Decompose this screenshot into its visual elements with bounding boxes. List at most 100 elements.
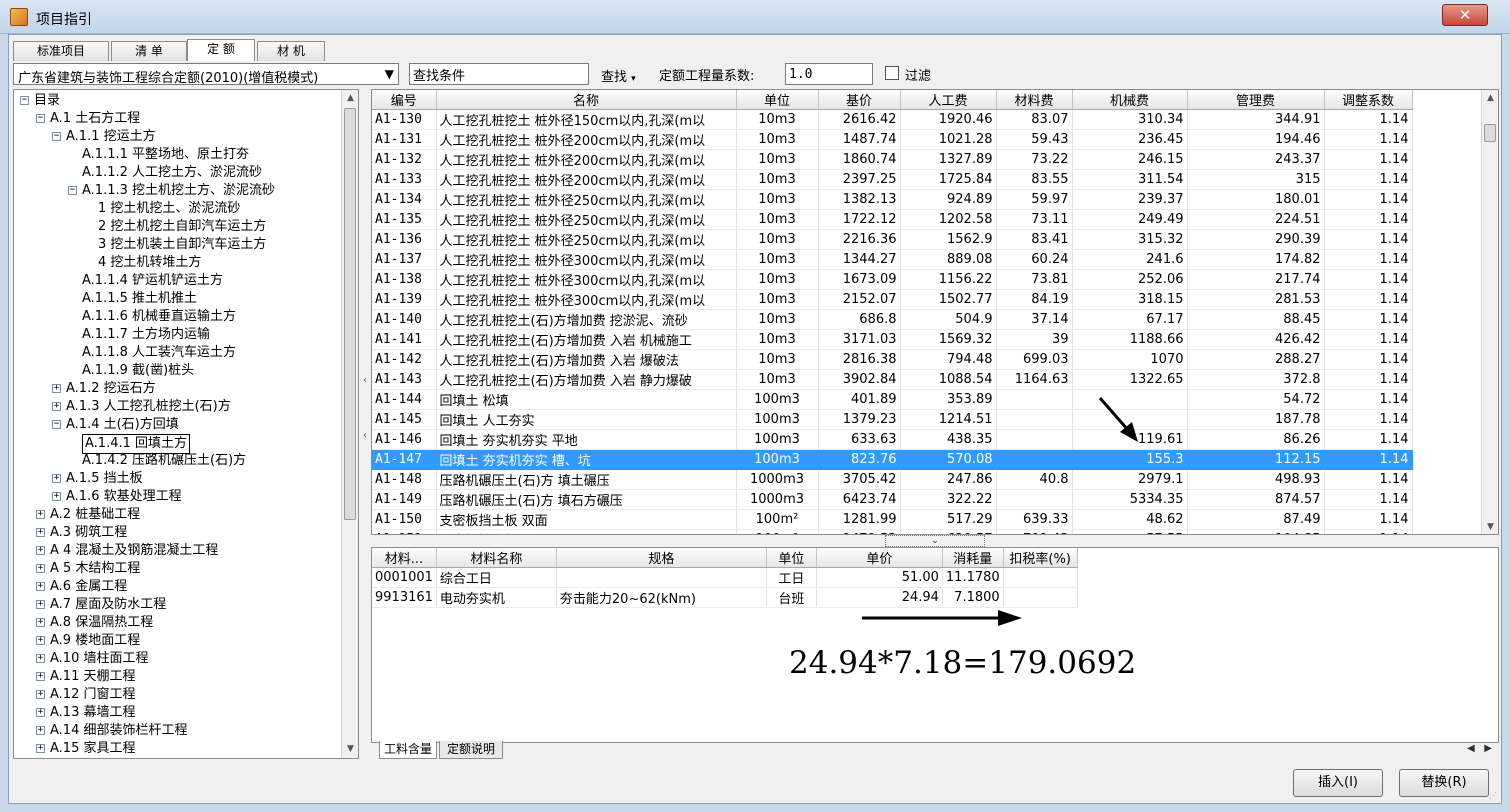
expand-icon[interactable]: + [52,402,61,411]
table-cell: 401.89 [818,389,901,410]
expand-icon[interactable]: + [36,546,45,555]
panel-splitter[interactable]: ⌄ [885,535,985,547]
table-row[interactable]: A1-148 压路机碾压土(石)方 填土碾压 1000m3 3705.42 247.86… [372,469,1413,490]
scroll-down-icon[interactable]: ▼ [1482,519,1498,534]
table-row[interactable]: A1-133 人工挖孔桩挖土 桩外径200cm以内,孔深(m以 10m3 2397.2… [372,169,1413,190]
table-row[interactable]: A1-147 回填土 夯实机夯实 槽、坑 100m3 823.76 570.08 155.… [372,449,1413,470]
tree-scroll-thumb[interactable] [344,108,356,520]
expand-icon[interactable]: + [36,564,45,573]
column-header[interactable]: 基价 [818,90,901,110]
expand-icon[interactable]: + [52,384,61,393]
table-row[interactable]: A1-138 人工挖孔桩挖土 桩外径300cm以内,孔深(m以 10m3 1673.0… [372,269,1413,290]
collapse-icon[interactable]: − [68,186,77,195]
column-header[interactable]: 材料名称 [436,548,557,568]
table-row[interactable]: A1-135 人工挖孔桩挖土 桩外径250cm以内,孔深(m以 10m3 1722.1… [372,209,1413,230]
expand-icon[interactable]: + [36,582,45,591]
splitter-handle[interactable]: ‹ ‹ [361,375,369,475]
quota-library-select[interactable]: 广东省建筑与装饰工程综合定额(2010)(增值税模式) ▼ [13,63,399,86]
table-row[interactable]: A1-145 回填土 人工夯实 100m3 1379.23 1214.51 187.78 1… [372,409,1413,430]
expand-icon[interactable]: + [36,636,45,645]
table-cell: 686.8 [818,309,901,330]
table-row[interactable]: A1-137 人工挖孔桩挖土 桩外径300cm以内,孔深(m以 10m3 1344.2… [372,249,1413,270]
insert-button[interactable]: 插入(I) [1293,769,1383,797]
replace-button[interactable]: 替换(R) [1399,769,1489,797]
table-row[interactable]: A1-139 人工挖孔桩挖土 桩外径300cm以内,孔深(m以 10m3 2152.0… [372,289,1413,310]
table-row[interactable]: A1-146 回填土 夯实机夯实 平地 100m3 633.63 438.35 119.6… [372,429,1413,450]
filter-checkbox[interactable] [885,66,899,80]
expand-icon[interactable]: + [52,492,61,501]
resize-grip-icon[interactable]: ⋰ [1489,791,1499,801]
search-input[interactable] [409,63,589,85]
expand-icon[interactable]: + [52,474,61,483]
table-row[interactable]: A1-136 人工挖孔桩挖土 桩外径250cm以内,孔深(m以 10m3 2216.3… [372,229,1413,250]
collapse-icon[interactable]: − [36,114,45,123]
column-header[interactable]: 调整系数 [1324,90,1413,110]
collapse-icon[interactable]: − [52,132,61,141]
tab-quota[interactable]: 定 额 [187,39,255,61]
tab-nav-arrows[interactable]: ◀ ▶ [1467,743,1492,754]
table-cell: 2616.42 [818,109,901,130]
column-header[interactable]: 名称 [436,90,737,110]
scroll-up-icon[interactable]: ▲ [1482,90,1498,107]
collapse-icon[interactable]: − [52,420,61,429]
table-row[interactable]: A1-131 人工挖孔桩挖土 桩外径200cm以内,孔深(m以 10m3 1487.7… [372,129,1413,150]
expand-icon[interactable]: + [36,654,45,663]
table-cell: A1-151 [372,529,437,534]
expand-icon[interactable]: + [36,726,45,735]
expand-icon[interactable]: + [36,528,45,537]
tab-materials[interactable]: 材 机 [257,41,325,61]
expand-icon[interactable]: + [36,708,45,717]
table-row[interactable]: A1-134 人工挖孔桩挖土 桩外径250cm以内,孔深(m以 10m3 1382.1… [372,189,1413,210]
grid-scrollbar[interactable]: ▲ ▼ [1481,90,1498,534]
table-cell: 155.3 [1072,449,1188,470]
table-row[interactable]: A1-141 人工挖孔桩挖土(石)方增加费 入岩 机械施工 10m3 3171.03 1… [372,329,1413,350]
tab-bill[interactable]: 清 单 [111,41,187,61]
grid-scroll-thumb[interactable] [1484,124,1496,142]
scroll-up-icon[interactable]: ▲ [342,90,358,107]
tab-labor-material[interactable]: 工料含量 [379,741,437,759]
tree-item-label: A.10 墙柱面工程 [50,651,149,666]
tree-item-label: A.15 家具工程 [50,741,136,756]
expand-icon[interactable]: + [36,618,45,627]
column-header[interactable]: 单位 [736,90,819,110]
column-header[interactable]: 规格 [556,548,767,568]
expand-icon[interactable]: + [36,744,45,753]
table-row[interactable]: A1-130 人工挖孔桩挖土 桩外径150cm以内,孔深(m以 10m3 2616.4… [372,109,1413,130]
expand-icon[interactable]: + [36,510,45,519]
table-row[interactable]: A1-150 支密板挡土板 双面 100m² 1281.99 517.29 639.33 4… [372,509,1413,530]
tree-item-label: A.1.1.8 人工装汽车运土方 [82,345,237,360]
tab-quota-notes[interactable]: 定额说明 [439,741,503,759]
close-button[interactable]: ✕ [1442,4,1488,26]
table-cell: 67.17 [1072,309,1188,330]
table-row[interactable]: A1-132 人工挖孔桩挖土 桩外径200cm以内,孔深(m以 10m3 1860.7… [372,149,1413,170]
column-header[interactable]: 扣税率(%) [1003,548,1078,568]
tree-scrollbar[interactable]: ▲ ▼ [341,90,358,758]
table-cell: 241.6 [1072,249,1188,270]
find-button[interactable]: 查找 ▾ [601,66,636,85]
tree-item-label: A.8 保温隔热工程 [50,615,154,630]
column-header[interactable]: 材料费 [996,90,1073,110]
table-row[interactable]: A1-144 回填土 松填 100m3 401.89 353.89 54.72 1.14 [372,389,1413,410]
scroll-down-icon[interactable]: ▼ [342,741,358,758]
column-header[interactable]: 编号 [372,90,437,110]
expand-icon[interactable]: + [36,600,45,609]
expand-icon[interactable]: + [36,672,45,681]
table-row[interactable]: A1-143 人工挖孔桩挖土(石)方增加费 入岩 静力爆破 10m3 3902.84 1… [372,369,1413,390]
column-header[interactable]: 人工费 [900,90,997,110]
table-row[interactable]: A1-142 人工挖孔桩挖土(石)方增加费 入岩 爆破法 10m3 2816.38 79… [372,349,1413,370]
table-row[interactable]: A1-140 人工挖孔桩挖土(石)方增加费 挖淤泥、流砂 10m3 686.8 504.… [372,309,1413,330]
tab-standard-items[interactable]: 标准项目 [13,41,109,61]
column-header[interactable]: 单位 [766,548,817,568]
column-header[interactable]: 管理费 [1187,90,1325,110]
table-row[interactable]: 9913161 电动夯实机 夯击能力20~62(kNm) 台班 24.94 7.1800 [372,587,1078,608]
column-header[interactable]: 消耗量 [942,548,1004,568]
coef-input[interactable] [785,63,873,85]
column-header[interactable]: 材料... [372,548,437,568]
column-header[interactable]: 机械费 [1072,90,1188,110]
column-header[interactable]: 单价 [816,548,943,568]
table-cell [996,389,1073,410]
table-row[interactable]: A1-149 压路机碾压土(石)方 填石方碾压 1000m3 6423.74 322.2… [372,489,1413,510]
collapse-icon[interactable]: − [20,96,29,105]
expand-icon[interactable]: + [36,690,45,699]
table-row[interactable]: 0001001 综合工日 工日 51.00 11.1780 [372,567,1078,588]
